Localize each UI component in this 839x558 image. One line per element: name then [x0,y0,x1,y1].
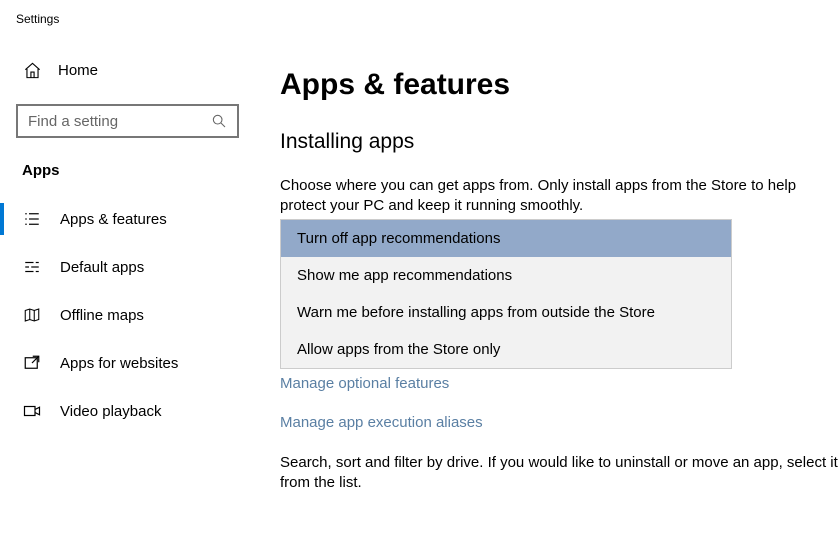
search-container [0,104,255,138]
window-title: Settings [0,12,255,26]
home-icon [22,60,42,80]
dropdown-option[interactable]: Turn off app recommendations [281,220,731,257]
defaults-icon [22,257,42,277]
dropdown-option[interactable]: Warn me before installing apps from outs… [281,294,731,331]
sidebar-item-default-apps[interactable]: Default apps [0,243,255,291]
page-title: Apps & features [280,68,839,102]
install-description: Choose where you can get apps from. Only… [280,176,839,217]
home-button[interactable]: Home [0,50,255,90]
search-icon [211,113,227,129]
sidebar-item-label: Apps & features [60,211,167,228]
manage-execution-aliases-link[interactable]: Manage app execution aliases [280,414,839,431]
subsection-title: Installing apps [280,130,839,154]
map-icon [22,305,42,325]
install-source-dropdown[interactable]: Turn off app recommendations Show me app… [280,219,732,369]
search-input[interactable] [28,113,188,130]
sidebar-item-label: Apps for websites [60,355,178,372]
dropdown-option[interactable]: Allow apps from the Store only [281,331,731,368]
search-box[interactable] [16,104,239,138]
sidebar-item-offline-maps[interactable]: Offline maps [0,291,255,339]
sidebar-item-label: Default apps [60,259,144,276]
sidebar-section-title: Apps [0,138,255,195]
apps-list-description: Search, sort and filter by drive. If you… [280,453,839,494]
sidebar-item-label: Video playback [60,403,161,420]
sidebar-nav: Apps & features Default apps Offline m [0,195,255,435]
home-label: Home [58,62,98,79]
open-icon [22,353,42,373]
list-icon [22,209,42,229]
manage-optional-features-link[interactable]: Manage optional features [280,375,839,392]
sidebar-item-label: Offline maps [60,307,144,324]
video-icon [22,401,42,421]
sidebar-item-video-playback[interactable]: Video playback [0,387,255,435]
sidebar: Settings Home Apps [0,0,255,558]
sidebar-item-apps-features[interactable]: Apps & features [0,195,255,243]
sidebar-item-apps-websites[interactable]: Apps for websites [0,339,255,387]
dropdown-option[interactable]: Show me app recommendations [281,257,731,294]
main-content: Apps & features Installing apps Choose w… [280,0,839,493]
